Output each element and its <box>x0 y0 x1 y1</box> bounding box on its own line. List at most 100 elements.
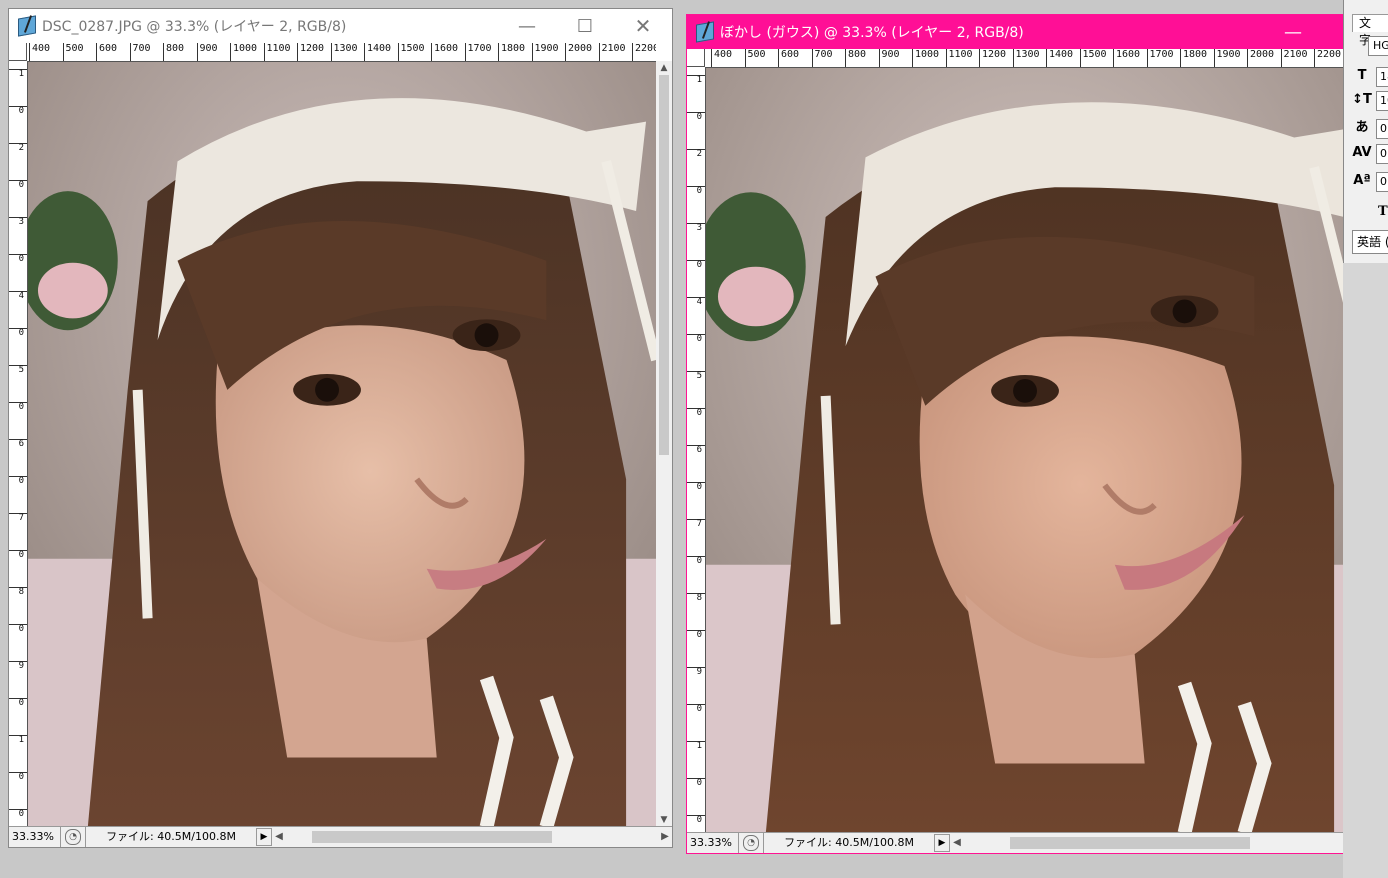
ruler-tick-label: 6 <box>687 445 705 482</box>
ruler-tick-label: 1100 <box>263 43 291 61</box>
ruler-tick-label: 0 <box>687 186 705 223</box>
ruler-tick-label: 0 <box>687 260 705 297</box>
ruler-tick-label: 0 <box>687 556 705 593</box>
status-bar: 33.33% ◔ ファイル: 40.5M/100.8M ▶ ◀ ▶ <box>9 826 672 847</box>
ruler-tick-label: 600 <box>778 49 799 67</box>
horizontal-scrollbar[interactable]: ◀ ▶ <box>272 827 672 847</box>
vertical-ruler[interactable]: 102030405060708090100 <box>687 67 706 833</box>
ruler-tick-label: 0 <box>687 778 705 815</box>
vertical-scale-icon: あ <box>1355 120 1369 135</box>
minimize-button[interactable]: — <box>498 9 556 43</box>
ruler-tick-label: 1500 <box>1079 49 1107 67</box>
ruler-tick-label: 1300 <box>330 43 358 61</box>
ruler-tick-label: 0 <box>9 550 27 587</box>
horizontal-ruler[interactable]: 400 500 600 700 800 900 1000 1100 1200 1300 1400 15… <box>705 49 1364 68</box>
faux-bold-icon[interactable]: T <box>1378 204 1388 219</box>
scroll-thumb[interactable] <box>659 75 669 455</box>
ruler-tick-label: 1 <box>9 735 27 772</box>
ruler-tick-label: 900 <box>878 49 900 67</box>
panel-dock-background <box>1343 263 1388 878</box>
image-canvas[interactable] <box>28 62 656 827</box>
ruler-tick-label: 2100 <box>1280 49 1308 67</box>
tab-character[interactable]: 文字 <box>1352 14 1388 47</box>
horizontal-ruler[interactable]: 400 500 600 700 800 900 1000 1100 1200 1300 1400 15… <box>27 43 656 62</box>
scroll-right-arrow[interactable]: ▶ <box>658 827 672 847</box>
ruler-tick-label: 500 <box>62 43 84 61</box>
ruler-tick-label: 0 <box>9 180 27 217</box>
status-menu-arrow[interactable]: ▶ <box>934 834 950 852</box>
ruler-tick-label: 400 <box>29 43 50 61</box>
font-size-icon: T <box>1357 68 1367 83</box>
horizontal-scrollbar[interactable]: ◀ ▶ <box>950 833 1380 853</box>
ruler-tick-label: 2000 <box>565 43 592 61</box>
maximize-button[interactable]: ☐ <box>556 9 614 43</box>
scroll-thumb[interactable] <box>1010 837 1250 849</box>
baseline-row: Aª 0 <box>1352 171 1388 192</box>
ruler-tick-label: 2200 <box>1314 49 1341 67</box>
ruler-tick-label: 5 <box>687 371 705 408</box>
zoom-level[interactable]: 33.33% <box>687 833 739 853</box>
font-size-field[interactable]: 18 <box>1376 67 1388 87</box>
ruler-origin[interactable] <box>9 43 27 61</box>
ruler-tick-label: 4 <box>687 297 705 334</box>
ruler-tick-label: 1200 <box>297 43 324 61</box>
ruler-tick-label: 6 <box>9 439 27 476</box>
language-select[interactable]: 英語 ( <box>1352 230 1388 254</box>
scroll-down-arrow[interactable]: ▼ <box>656 813 672 827</box>
ruler-tick-label: 9 <box>687 667 705 704</box>
ruler-tick-label: 1800 <box>498 43 525 61</box>
scroll-left-arrow[interactable]: ◀ <box>272 827 286 847</box>
ruler-tick-label: 1400 <box>364 43 391 61</box>
file-size-info: ファイル: 40.5M/100.8M <box>763 833 934 853</box>
ruler-tick-label: 400 <box>711 49 732 67</box>
tracking-icon: AV <box>1352 145 1372 160</box>
ruler-tick-label: 0 <box>687 408 705 445</box>
font-family-field[interactable]: HG <box>1368 36 1388 56</box>
ruler-tick-label: 1400 <box>1046 49 1073 67</box>
vertical-scrollbar[interactable]: ▲ ▼ <box>656 61 672 827</box>
ruler-tick-label: 1 <box>687 75 705 112</box>
ruler-tick-label: 0 <box>9 328 27 365</box>
ruler-tick-label: 0 <box>9 254 27 291</box>
ruler-tick-label: 0 <box>9 402 27 439</box>
leading-field[interactable]: 10 <box>1376 91 1388 111</box>
ruler-tick-label: 3 <box>9 217 27 254</box>
font-size-row: T 18 <box>1352 66 1388 87</box>
status-indicator-icon[interactable]: ◔ <box>743 835 759 851</box>
ruler-tick-label: 4 <box>9 291 27 328</box>
ruler-origin[interactable] <box>687 49 705 67</box>
title-bar[interactable]: ぼかし (ガウス) @ 33.3% (レイヤー 2, RGB/8) — ☐ <box>687 15 1380 49</box>
ruler-tick-label: 1200 <box>979 49 1006 67</box>
image-canvas[interactable] <box>706 68 1364 833</box>
scale-row: あ 0° <box>1352 118 1388 139</box>
close-button[interactable]: ✕ <box>614 9 672 43</box>
zoom-level[interactable]: 33.33% <box>9 827 61 847</box>
ruler-tick-label: 0 <box>9 772 27 809</box>
document-window-blurred[interactable]: ぼかし (ガウス) @ 33.3% (レイヤー 2, RGB/8) — ☐ 40… <box>686 14 1381 854</box>
ruler-tick-label: 2000 <box>1247 49 1274 67</box>
baseline-shift-icon: Aª <box>1353 173 1371 188</box>
status-indicator-icon[interactable]: ◔ <box>65 829 81 845</box>
scroll-up-arrow[interactable]: ▲ <box>656 61 672 75</box>
ruler-tick-label: 2200 <box>632 43 656 61</box>
ruler-tick-label: 8 <box>9 587 27 624</box>
ruler-tick-label: 600 <box>96 43 117 61</box>
scroll-left-arrow[interactable]: ◀ <box>950 833 964 853</box>
ruler-tick-label: 2 <box>687 149 705 186</box>
photoshop-doc-icon <box>694 21 716 43</box>
vertical-scale-field[interactable]: 0° <box>1376 119 1388 139</box>
minimize-button[interactable]: — <box>1264 15 1322 49</box>
file-size-info: ファイル: 40.5M/100.8M <box>85 827 256 847</box>
scroll-thumb[interactable] <box>312 831 552 843</box>
tracking-row: AV 0 <box>1352 143 1388 164</box>
ruler-tick-label: 1900 <box>531 43 559 61</box>
leading-icon: ↕T <box>1352 92 1372 107</box>
document-window-original[interactable]: DSC_0287.JPG @ 33.3% (レイヤー 2, RGB/8) — ☐… <box>8 8 673 848</box>
tracking-field[interactable]: 0 <box>1376 144 1388 164</box>
vertical-ruler[interactable]: 102030405060708090100 <box>9 61 28 827</box>
character-panel: 文字 HG T 18 ↕T 10 あ 0° AV 0 Aª 0 T 英語 ( <box>1343 0 1388 264</box>
baseline-shift-field[interactable]: 0 <box>1376 172 1388 192</box>
ruler-tick-label: 0 <box>9 624 27 661</box>
title-bar[interactable]: DSC_0287.JPG @ 33.3% (レイヤー 2, RGB/8) — ☐… <box>9 9 672 43</box>
status-menu-arrow[interactable]: ▶ <box>256 828 272 846</box>
